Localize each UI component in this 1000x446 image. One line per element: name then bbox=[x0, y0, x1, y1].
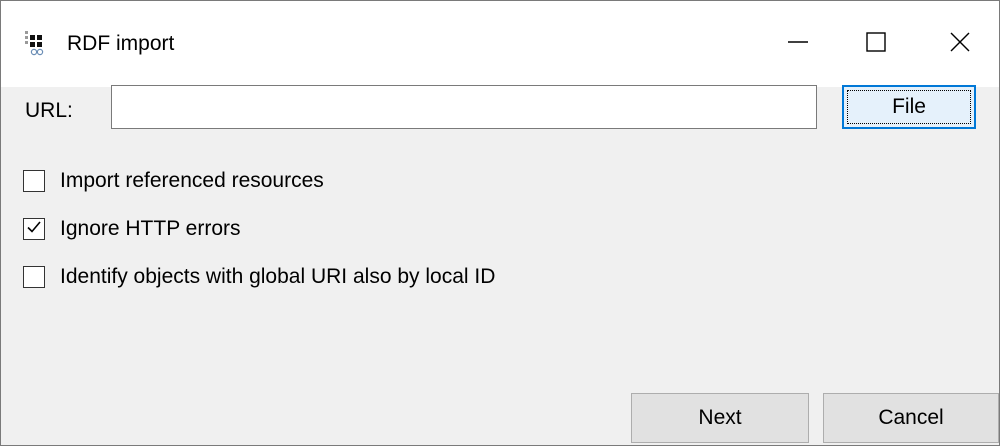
option-identify-by-local-id[interactable]: Identify objects with global URI also by… bbox=[23, 262, 495, 292]
option-ignore-http-errors[interactable]: Ignore HTTP errors bbox=[23, 214, 241, 244]
file-button[interactable]: File bbox=[842, 85, 976, 129]
next-button-label: Next bbox=[698, 406, 742, 429]
checkmark-icon bbox=[26, 219, 42, 240]
option-label: Identify objects with global URI also by… bbox=[60, 265, 496, 288]
url-label: URL: bbox=[25, 99, 73, 122]
rdf-app-icon bbox=[25, 31, 47, 57]
close-icon bbox=[949, 31, 971, 58]
cancel-button-label: Cancel bbox=[878, 406, 944, 429]
rdf-import-dialog: RDF import URL: File Import referenced r… bbox=[0, 0, 1000, 446]
minimize-icon bbox=[787, 31, 809, 58]
option-label: Import referenced resources bbox=[60, 169, 324, 192]
maximize-button[interactable] bbox=[831, 1, 921, 87]
title-bar[interactable]: RDF import bbox=[1, 1, 999, 87]
option-import-referenced-resources[interactable]: Import referenced resources bbox=[23, 166, 324, 196]
maximize-icon bbox=[865, 31, 887, 58]
option-label: Ignore HTTP errors bbox=[60, 217, 241, 240]
close-button[interactable] bbox=[921, 1, 999, 87]
checkbox-identify-by-local-id[interactable] bbox=[23, 266, 45, 288]
window-title: RDF import bbox=[67, 32, 175, 55]
focus-rectangle bbox=[847, 90, 971, 124]
checkbox-ignore-http-errors[interactable] bbox=[23, 218, 45, 240]
cancel-button[interactable]: Cancel bbox=[823, 393, 999, 443]
url-input[interactable] bbox=[111, 85, 817, 129]
checkbox-import-referenced[interactable] bbox=[23, 170, 45, 192]
minimize-button[interactable] bbox=[753, 1, 843, 87]
next-button[interactable]: Next bbox=[631, 393, 809, 443]
